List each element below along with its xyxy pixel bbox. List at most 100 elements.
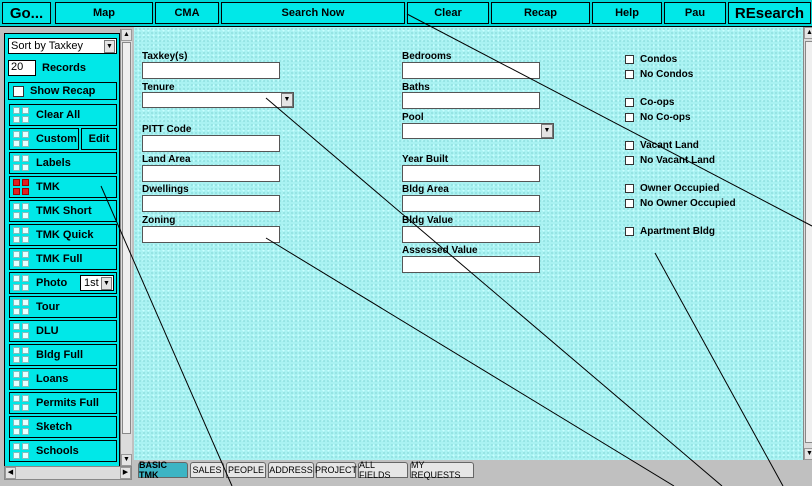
- cma-button[interactable]: CMA: [155, 2, 219, 24]
- dwellings-label: Dwellings: [142, 184, 189, 195]
- taxkeys-label: Taxkey(s): [142, 51, 188, 62]
- schools-button[interactable]: Schools: [9, 440, 117, 462]
- scroll-down-icon[interactable]: ▼: [121, 454, 132, 466]
- tmk-full-button[interactable]: TMK Full: [9, 248, 117, 270]
- tmk-short-button[interactable]: TMK Short: [9, 200, 117, 222]
- no-owner-occupied-checkbox[interactable]: No Owner Occupied: [625, 198, 736, 209]
- tour-button[interactable]: Tour: [9, 296, 117, 318]
- grid-icon: [12, 418, 30, 436]
- loans-label: Loans: [36, 373, 69, 385]
- scroll-up-icon[interactable]: ▲: [804, 27, 812, 39]
- tab-people[interactable]: PEOPLE: [226, 462, 266, 478]
- main-scrollbar[interactable]: ▲ ▼: [803, 27, 812, 460]
- no-condos-checkbox[interactable]: No Condos: [625, 69, 693, 80]
- chevron-down-icon[interactable]: ▼: [104, 40, 115, 53]
- clear-all-button[interactable]: Clear All: [9, 104, 117, 126]
- scroll-up-icon[interactable]: ▲: [121, 29, 132, 41]
- checkbox-box[interactable]: [625, 98, 634, 107]
- custom-label: Custom: [36, 133, 77, 145]
- loans-button[interactable]: Loans: [9, 368, 117, 390]
- bldg-full-button[interactable]: Bldg Full: [9, 344, 117, 366]
- owner-occupied-checkbox[interactable]: Owner Occupied: [625, 183, 719, 194]
- dwellings-input[interactable]: [142, 195, 280, 212]
- no-vacant-land-checkbox[interactable]: No Vacant Land: [625, 155, 715, 166]
- pool-select[interactable]: ▼: [402, 123, 554, 139]
- no-coops-checkbox[interactable]: No Co-ops: [625, 112, 691, 123]
- grid-icon: [12, 274, 30, 292]
- checkbox-box[interactable]: [625, 113, 634, 122]
- tab-all-fields[interactable]: ALL FIELDS: [358, 460, 408, 480]
- checkbox-box[interactable]: [625, 141, 634, 150]
- sidebar-horizontal-scrollbar[interactable]: ◀ ▶: [4, 466, 132, 480]
- tab-sales[interactable]: SALES: [190, 462, 224, 478]
- photo-select-value: 1st: [84, 277, 99, 289]
- go-button[interactable]: Go...: [2, 2, 51, 24]
- zoning-input[interactable]: [142, 226, 280, 243]
- apartment-bldg-checkbox[interactable]: Apartment Bldg: [625, 226, 715, 237]
- records-input[interactable]: 20: [8, 60, 36, 76]
- grid-icon: [12, 298, 30, 316]
- tmk-button[interactable]: TMK: [9, 176, 117, 198]
- scrollbar-thumb[interactable]: [805, 41, 812, 443]
- labels-button[interactable]: Labels: [9, 152, 117, 174]
- year-built-input[interactable]: [402, 165, 540, 182]
- checkbox-box[interactable]: [625, 227, 634, 236]
- condos-checkbox[interactable]: Condos: [625, 54, 677, 65]
- taxkeys-input[interactable]: [142, 62, 280, 79]
- schools-label: Schools: [36, 445, 79, 457]
- sketch-button[interactable]: Sketch: [9, 416, 117, 438]
- photo-select[interactable]: 1st ▼: [80, 275, 114, 291]
- checkbox-box[interactable]: [625, 55, 634, 64]
- checkbox-box[interactable]: [625, 70, 634, 79]
- clear-button[interactable]: Clear: [407, 2, 489, 24]
- pitt-code-input[interactable]: [142, 135, 280, 152]
- checkbox-box[interactable]: [625, 184, 634, 193]
- checkbox-box[interactable]: [625, 156, 634, 165]
- records-label: Records: [42, 62, 87, 74]
- map-button[interactable]: Map: [55, 2, 153, 24]
- scrollbar-thumb[interactable]: [122, 42, 131, 434]
- tenure-select[interactable]: ▼: [142, 92, 294, 108]
- pool-label: Pool: [402, 112, 424, 123]
- pau-button[interactable]: Pau: [664, 2, 726, 24]
- assessed-value-input[interactable]: [402, 256, 540, 273]
- chevron-down-icon[interactable]: ▼: [101, 277, 112, 290]
- custom-button[interactable]: Custom: [9, 128, 79, 150]
- help-button[interactable]: Help: [592, 2, 662, 24]
- tmk-quick-button[interactable]: TMK Quick: [9, 224, 117, 246]
- land-area-input[interactable]: [142, 165, 280, 182]
- sort-select[interactable]: Sort by Taxkey ▼: [8, 38, 117, 54]
- tab-bar: BASIC TMK SALES PEOPLE ADDRESS PROJECT A…: [134, 460, 812, 480]
- baths-input[interactable]: [402, 92, 540, 109]
- dlu-button[interactable]: DLU: [9, 320, 117, 342]
- checkbox-box[interactable]: [13, 85, 24, 97]
- chevron-down-icon[interactable]: ▼: [281, 93, 293, 107]
- coops-checkbox[interactable]: Co-ops: [625, 97, 674, 108]
- edit-button[interactable]: Edit: [81, 128, 117, 150]
- no-vacant-land-label: No Vacant Land: [640, 155, 716, 166]
- grid-icon: [12, 226, 30, 244]
- research-button[interactable]: REsearch: [728, 2, 811, 24]
- show-recap-label: Show Recap: [30, 85, 96, 97]
- vacant-land-checkbox[interactable]: Vacant Land: [625, 140, 699, 151]
- bldg-value-input[interactable]: [402, 226, 540, 243]
- chevron-down-icon[interactable]: ▼: [541, 124, 553, 138]
- checkbox-box[interactable]: [625, 199, 634, 208]
- tab-address[interactable]: ADDRESS: [268, 462, 314, 478]
- tab-basic-tmk[interactable]: BASIC TMK: [138, 460, 188, 480]
- photo-button[interactable]: Photo 1st ▼: [9, 272, 117, 294]
- show-recap-checkbox[interactable]: Show Recap: [8, 82, 117, 100]
- permits-full-button[interactable]: Permits Full: [9, 392, 117, 414]
- sketch-label: Sketch: [36, 421, 73, 433]
- search-now-button[interactable]: Search Now: [221, 2, 405, 24]
- bedrooms-input[interactable]: [402, 62, 540, 79]
- sidebar-scrollbar[interactable]: ▲ ▼: [120, 29, 132, 466]
- no-coops-label: No Co-ops: [640, 112, 691, 123]
- scroll-right-icon[interactable]: ▶: [120, 467, 131, 479]
- recap-button[interactable]: Recap: [491, 2, 590, 24]
- scroll-down-icon[interactable]: ▼: [804, 448, 812, 460]
- tab-my-requests[interactable]: MY REQUESTS: [410, 460, 474, 480]
- tab-project[interactable]: PROJECT: [315, 462, 357, 478]
- bldg-area-input[interactable]: [402, 195, 540, 212]
- scroll-left-icon[interactable]: ◀: [5, 467, 16, 479]
